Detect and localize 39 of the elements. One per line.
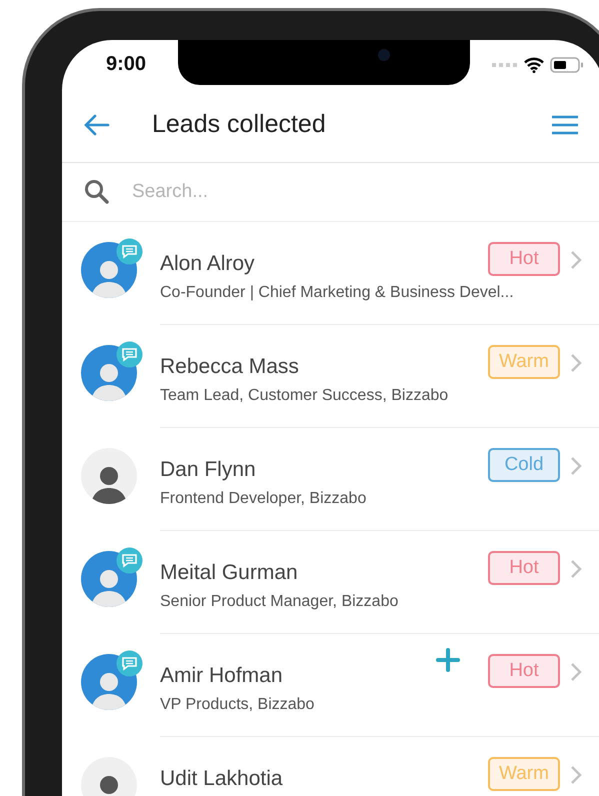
chevron-right-icon[interactable] — [570, 765, 582, 785]
wifi-icon — [524, 56, 544, 73]
menu-button[interactable] — [552, 114, 578, 135]
chat-badge-icon — [116, 650, 143, 677]
lead-name[interactable]: Rebecca Mass — [160, 355, 299, 379]
lead-subtitle: VP Products, Bizzabo — [160, 696, 314, 714]
chevron-right-icon[interactable] — [570, 662, 582, 682]
back-arrow-icon — [84, 114, 110, 136]
lead-status-tag: Hot — [488, 551, 560, 585]
search-icon — [84, 178, 110, 205]
plus-icon — [436, 648, 460, 672]
lead-name[interactable]: Alon Alroy — [160, 252, 255, 276]
chevron-right-icon[interactable] — [570, 456, 582, 476]
lead-name[interactable]: Meital Gurman — [160, 561, 298, 585]
lead-status-tag: Hot — [488, 654, 560, 688]
camera-icon — [378, 49, 390, 61]
lead-subtitle: Co-Founder | Chief Marketing & Business Devel... — [160, 284, 514, 302]
lead-status-tag: Hot — [488, 242, 560, 276]
back-button[interactable] — [84, 114, 110, 136]
lead-name[interactable]: Amir Hofman — [160, 664, 283, 688]
battery-icon — [550, 56, 584, 73]
chat-badge-icon — [116, 547, 143, 574]
lead-subtitle: Senior Product Manager, Bizzabo — [160, 593, 398, 611]
chat-badge-icon — [116, 238, 143, 265]
page-title: Leads collected — [152, 110, 327, 140]
lead-name[interactable]: Udit Lakhotia — [160, 767, 283, 791]
chat-badge-icon — [116, 341, 143, 368]
lead-name[interactable]: Dan Flynn — [160, 458, 256, 482]
chevron-right-icon[interactable] — [570, 559, 582, 579]
menu-icon — [552, 114, 578, 135]
chevron-right-icon[interactable] — [570, 353, 582, 373]
status-time: 9:00 — [106, 53, 146, 76]
lead-status-tag: Warm — [488, 757, 560, 791]
lead-subtitle: Frontend Developer, Bizzabo — [160, 490, 366, 508]
signal-icon — [492, 62, 518, 67]
lead-status-tag: Warm — [488, 345, 560, 379]
lead-subtitle: Team Lead, Customer Success, Bizzabo — [160, 387, 448, 405]
lead-status-tag: Cold — [488, 448, 560, 482]
chevron-right-icon[interactable] — [570, 250, 582, 270]
